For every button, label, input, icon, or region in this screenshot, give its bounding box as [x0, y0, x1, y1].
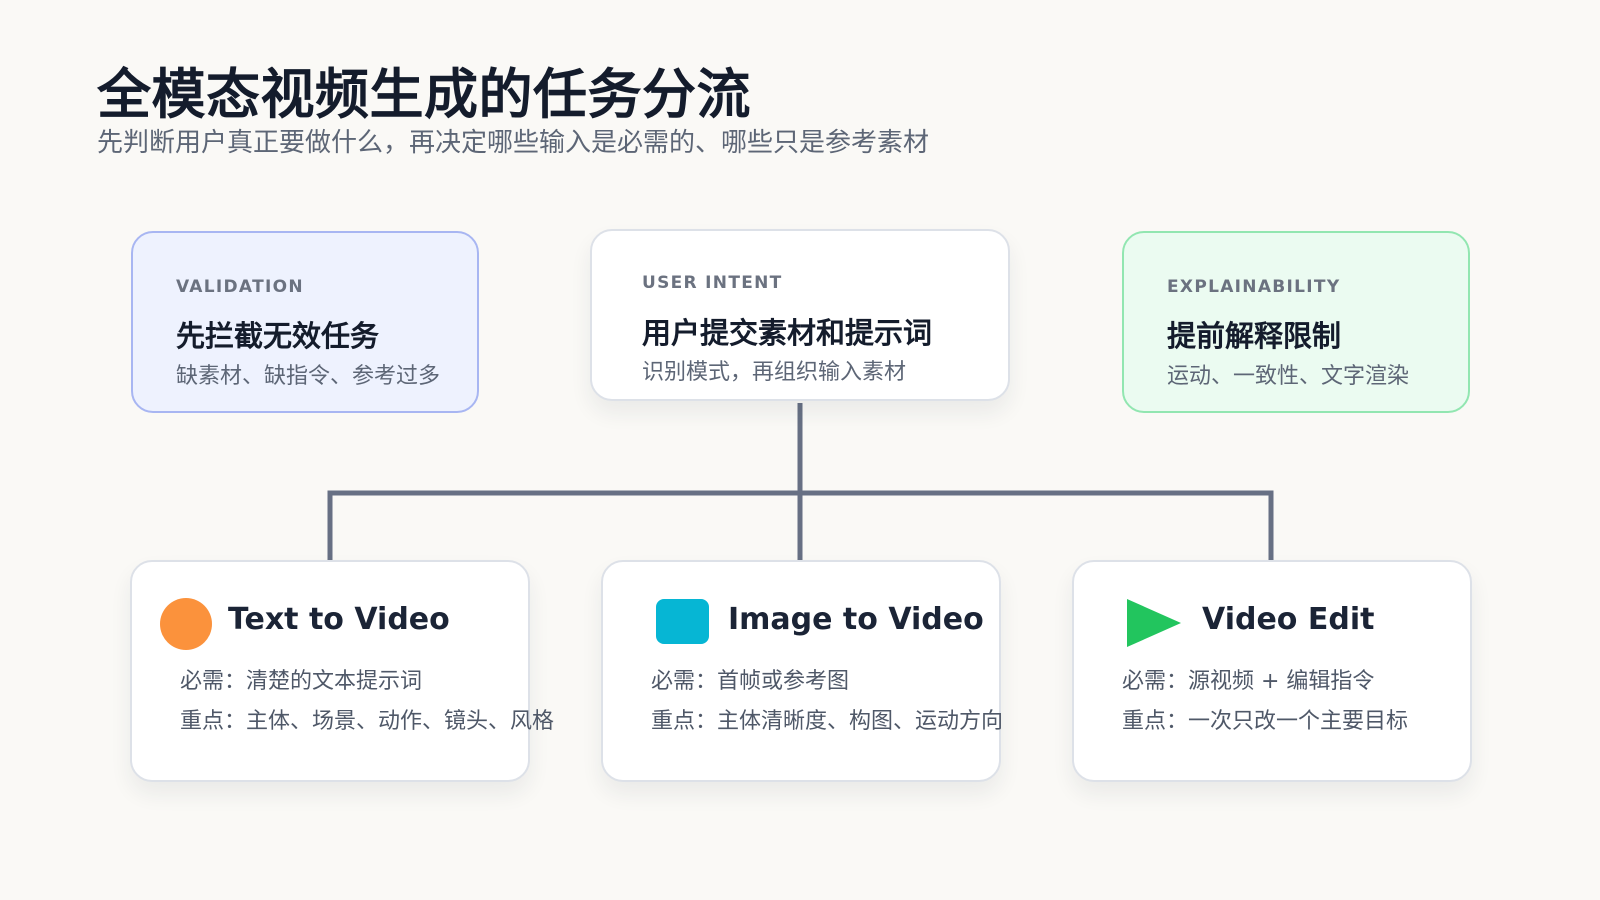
validation-title: 先拦截无效任务: [176, 319, 380, 353]
mode-focus: 重点：主体清晰度、构图、运动方向: [651, 709, 1004, 734]
mode-required: 必需：清楚的文本提示词: [180, 669, 423, 694]
user-intent-card: USER INTENT 用户提交素材和提示词 识别模式，再组织输入素材: [590, 229, 1010, 401]
cyan-square-icon: [656, 599, 709, 644]
orange-circle-icon: [160, 598, 212, 650]
mode-required: 必需：源视频 + 编辑指令: [1122, 669, 1375, 694]
explain-desc: 运动、一致性、文字渲染: [1167, 364, 1410, 389]
green-play-icon: [1127, 599, 1181, 647]
validation-desc: 缺素材、缺指令、参考过多: [176, 364, 441, 389]
intent-eyebrow: USER INTENT: [642, 273, 783, 293]
intent-desc: 识别模式，再组织输入素材: [642, 360, 907, 385]
explainability-card: EXPLAINABILITY 提前解释限制 运动、一致性、文字渲染: [1122, 231, 1470, 413]
mode-title: Video Edit: [1202, 602, 1375, 637]
explain-title: 提前解释限制: [1167, 319, 1342, 353]
explain-eyebrow: EXPLAINABILITY: [1167, 277, 1341, 297]
image-to-video-card: Image to Video 必需：首帧或参考图 重点：主体清晰度、构图、运动方…: [601, 560, 1004, 782]
mode-required: 必需：首帧或参考图: [651, 669, 850, 694]
intent-title: 用户提交素材和提示词: [642, 316, 933, 350]
slide: 全模态视频生成的任务分流 先判断用户真正要做什么，再决定哪些输入是必需的、哪些只…: [0, 0, 1600, 900]
mode-focus: 重点：主体、场景、动作、镜头、风格: [180, 709, 555, 734]
text-to-video-card: Text to Video 必需：清楚的文本提示词 重点：主体、场景、动作、镜头…: [130, 560, 554, 782]
mode-focus: 重点：一次只改一个主要目标: [1122, 709, 1409, 734]
mode-title: Text to Video: [228, 602, 450, 637]
validation-card: VALIDATION 先拦截无效任务 缺素材、缺指令、参考过多: [131, 231, 479, 413]
video-edit-card: Video Edit 必需：源视频 + 编辑指令 重点：一次只改一个主要目标: [1072, 560, 1472, 782]
validation-eyebrow: VALIDATION: [176, 277, 304, 297]
mode-title: Image to Video: [728, 602, 984, 637]
